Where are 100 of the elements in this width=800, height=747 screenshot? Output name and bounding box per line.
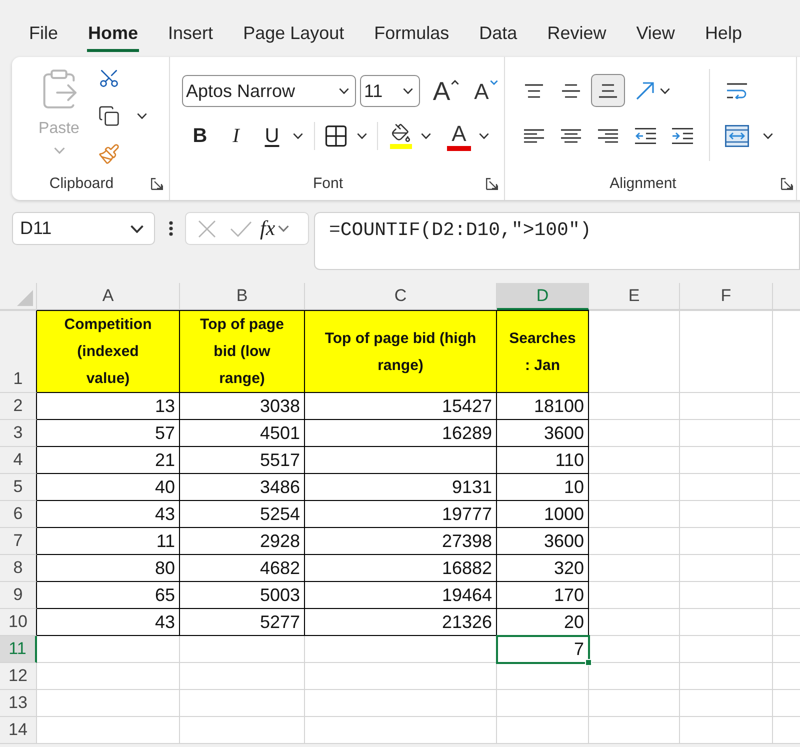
row-number[interactable]: 6 <box>0 501 37 528</box>
row-number[interactable]: 3 <box>0 420 37 447</box>
table-cell[interactable]: 2928 <box>180 528 305 555</box>
table-cell[interactable]: 40 <box>37 474 180 501</box>
table-cell[interactable]: 10 <box>497 474 589 501</box>
menu-tab[interactable]: Data <box>478 18 518 52</box>
font-style-button[interactable]: I <box>222 121 250 151</box>
table-cell[interactable]: 13 <box>37 393 180 420</box>
table-cell[interactable]: 5254 <box>180 501 305 528</box>
table-cell[interactable]: 3038 <box>180 393 305 420</box>
table-cell[interactable]: 16882 <box>305 555 497 582</box>
table-cell[interactable]: 7 <box>497 636 589 663</box>
row-number[interactable]: 1 <box>0 310 37 393</box>
font-style-button[interactable]: U <box>258 121 286 151</box>
row-number[interactable]: 14 <box>0 717 37 744</box>
fill-handle-icon[interactable] <box>585 659 592 666</box>
column-heading-cell[interactable]: Searches : Jan <box>497 310 589 393</box>
font-color-button[interactable]: A <box>444 120 474 152</box>
font-style-button[interactable]: B <box>186 121 214 151</box>
table-cell[interactable]: 1000 <box>497 501 589 528</box>
table-cell[interactable]: 19777 <box>305 501 497 528</box>
increase-font-size-button[interactable]: A <box>430 75 462 107</box>
column-letter[interactable]: D <box>497 283 589 310</box>
table-cell[interactable]: 3486 <box>180 474 305 501</box>
table-cell[interactable]: 16289 <box>305 420 497 447</box>
table-cell[interactable]: 43 <box>37 609 180 636</box>
row-number[interactable]: 10 <box>0 609 37 636</box>
table-cell[interactable]: 3600 <box>497 528 589 555</box>
table-cell[interactable]: 110 <box>497 447 589 474</box>
insert-function-button[interactable]: fx <box>260 214 290 244</box>
table-cell[interactable]: 80 <box>37 555 180 582</box>
table-cell[interactable]: 21326 <box>305 609 497 636</box>
select-all-corner[interactable] <box>0 283 37 310</box>
formula-input[interactable]: =COUNTIF(D2:D10,">100") <box>314 212 800 270</box>
name-box[interactable]: D11 <box>12 212 155 245</box>
chevron-down-icon <box>660 88 670 94</box>
font-size-dropdown[interactable]: 11 <box>360 75 420 107</box>
table-cell[interactable]: 9131 <box>305 474 497 501</box>
table-cell[interactable]: 320 <box>497 555 589 582</box>
wrap-text-icon <box>727 82 747 98</box>
decrease-font-size-button[interactable]: A <box>470 75 502 107</box>
vertical-align-bottom-icon <box>598 84 618 98</box>
caret-up-icon <box>451 80 460 85</box>
table-cell[interactable]: 5517 <box>180 447 305 474</box>
table-cell[interactable]: 21 <box>37 447 180 474</box>
column-letter[interactable]: C <box>305 283 497 310</box>
row-number[interactable]: 4 <box>0 447 37 474</box>
check-icon <box>230 220 252 236</box>
dialog-launcher-icon[interactable] <box>486 178 498 190</box>
menu-tab[interactable]: Page Layout <box>242 18 346 52</box>
menu-tab[interactable]: View <box>635 18 676 52</box>
row-number[interactable]: 9 <box>0 582 37 609</box>
paintbrush-icon <box>98 143 120 165</box>
align-left-icon <box>524 128 544 142</box>
indent-decrease-icon <box>634 128 656 144</box>
menu-tab[interactable]: Review <box>546 18 608 52</box>
menu-tab[interactable]: File <box>28 18 60 52</box>
merge-cells-icon <box>725 124 749 146</box>
group-label: Font <box>312 174 344 194</box>
menu-tab[interactable]: Formulas <box>373 18 450 52</box>
column-letter[interactable]: B <box>180 283 305 310</box>
row-number[interactable]: 12 <box>0 663 37 690</box>
table-cell[interactable]: 5003 <box>180 582 305 609</box>
table-cell[interactable]: 57 <box>37 420 180 447</box>
menu-tab[interactable]: Help <box>704 18 743 52</box>
column-letter[interactable]: F <box>680 283 773 310</box>
table-cell[interactable]: 3600 <box>497 420 589 447</box>
table-cell[interactable]: 27398 <box>305 528 497 555</box>
column-heading-cell[interactable]: Top of page bid (high range) <box>305 310 497 393</box>
menu-tab[interactable]: Insert <box>167 18 214 52</box>
table-cell[interactable]: 15427 <box>305 393 497 420</box>
table-cell[interactable]: 4501 <box>180 420 305 447</box>
table-cell[interactable]: 65 <box>37 582 180 609</box>
font-name-dropdown[interactable]: Aptos Narrow <box>182 75 356 107</box>
row-number[interactable]: 13 <box>0 690 37 717</box>
row-number[interactable]: 7 <box>0 528 37 555</box>
dialog-launcher-icon[interactable] <box>151 178 163 190</box>
table-cell[interactable]: 43 <box>37 501 180 528</box>
table-cell[interactable]: 11 <box>37 528 180 555</box>
caret-down-icon <box>490 80 498 85</box>
column-heading-cell[interactable]: Competition (indexed value) <box>37 310 180 393</box>
dialog-launcher-icon[interactable] <box>781 178 793 190</box>
column-letter[interactable]: E <box>589 283 680 310</box>
row-number[interactable]: 8 <box>0 555 37 582</box>
table-cell[interactable]: 4682 <box>180 555 305 582</box>
chevron-down-icon <box>130 224 144 232</box>
chevron-down-icon <box>763 132 773 138</box>
table-cell[interactable]: 19464 <box>305 582 497 609</box>
row-number[interactable]: 2 <box>0 393 37 420</box>
row-number[interactable]: 5 <box>0 474 37 501</box>
table-cell[interactable]: 170 <box>497 582 589 609</box>
column-letter[interactable]: A <box>37 283 180 310</box>
chevron-down-icon <box>137 113 147 119</box>
table-cell[interactable]: 5277 <box>180 609 305 636</box>
table-cell[interactable]: 18100 <box>497 393 589 420</box>
row-number[interactable]: 11 <box>0 636 37 663</box>
column-heading-cell[interactable]: Top of page bid (low range) <box>180 310 305 393</box>
vertical-align-button[interactable] <box>591 74 625 107</box>
menu-tab[interactable]: Home <box>87 18 140 52</box>
table-cell[interactable]: 20 <box>497 609 589 636</box>
